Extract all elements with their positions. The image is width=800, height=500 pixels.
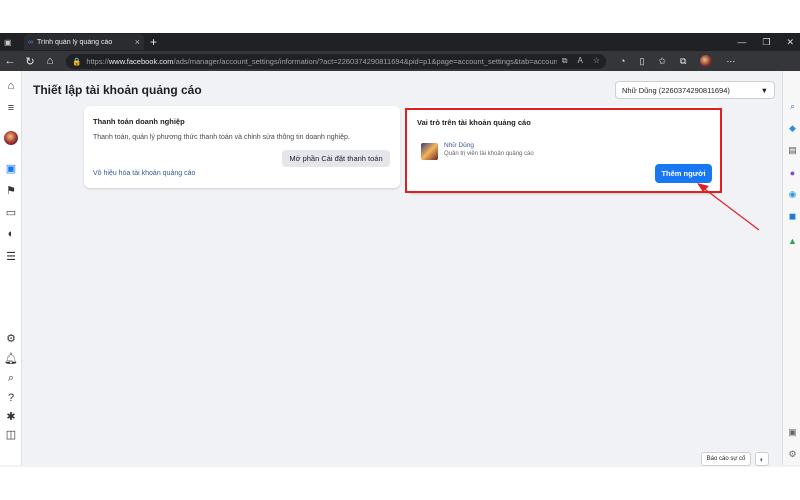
favorite-star-icon[interactable]: ☆: [593, 56, 600, 66]
close-window-icon[interactable]: ✕: [786, 37, 794, 48]
profile-avatar[interactable]: [700, 55, 713, 67]
home-icon[interactable]: ⌂: [40, 55, 60, 67]
collections-icon[interactable]: ⧉: [680, 56, 686, 67]
search-sidebar-icon[interactable]: ⌕: [787, 101, 798, 112]
open-billing-settings-button[interactable]: Mở phần Cài đặt thanh toán: [282, 150, 390, 167]
reload-icon[interactable]: ↻: [20, 55, 40, 68]
settings-list-icon[interactable]: ☰: [3, 249, 19, 263]
account-select-value: Nhữ Dũng (2260374290811694): [622, 85, 730, 95]
deactivate-account-link[interactable]: Vô hiệu hóa tài khoản quảng cáo: [93, 170, 195, 177]
copilot-icon[interactable]: ◉: [787, 189, 798, 200]
more-menu-icon[interactable]: ⋯: [726, 56, 735, 67]
people-icon[interactable]: ●: [787, 167, 798, 178]
back-icon[interactable]: ←: [0, 55, 20, 67]
meta-logo-icon: ∞: [28, 38, 33, 46]
account-select[interactable]: Nhữ Dũng (2260374290811694) ▼: [615, 81, 775, 99]
menu-icon[interactable]: ≡: [3, 101, 19, 115]
billing-card-icon[interactable]: ▭: [3, 205, 19, 219]
cast-icon[interactable]: ⧉: [562, 56, 568, 66]
flag-icon[interactable]: ⚑: [3, 183, 19, 197]
browser-tab[interactable]: ∞ Trình quản lý quảng cáo ×: [24, 34, 144, 50]
billing-heading: Thanh toán doanh nghiệp: [93, 117, 185, 126]
add-people-button[interactable]: Thêm người: [655, 164, 712, 183]
billing-description: Thanh toán, quản lý phương thức thanh to…: [93, 134, 350, 141]
minimize-icon[interactable]: —: [737, 37, 746, 47]
url-text: https://www.facebook.com/ads/manager/acc…: [86, 56, 557, 66]
report-problem-button[interactable]: Báo cáo sự cố: [701, 452, 751, 466]
extension-icon[interactable]: ◔: [620, 56, 625, 66]
account-avatar[interactable]: [3, 131, 19, 145]
window-menu-icon[interactable]: ▣: [4, 33, 12, 51]
edge-settings-icon[interactable]: ⚙: [787, 449, 798, 460]
user-name-link[interactable]: Nhữ Dũng: [444, 142, 474, 149]
roles-card: Vai trò trên tài khoản quảng cáo Nhữ Dũn…: [407, 106, 720, 193]
restore-icon[interactable]: ❐: [762, 37, 770, 48]
chevron-down-icon: ▼: [760, 85, 768, 95]
drop-icon[interactable]: ▲: [787, 235, 798, 246]
address-bar[interactable]: 🔒 https://www.facebook.com/ads/manager/a…: [66, 53, 606, 69]
user-role: Quản trị viên tài khoản quảng cáo: [444, 151, 534, 157]
bug-icon[interactable]: ✱: [3, 409, 19, 423]
user-avatar: [421, 143, 438, 160]
globe-icon[interactable]: ◐: [3, 227, 19, 241]
close-tab-icon[interactable]: ×: [135, 37, 140, 47]
read-aloud-icon[interactable]: A: [577, 56, 582, 66]
split-icon[interactable]: ▯: [639, 56, 644, 67]
favorites-icon[interactable]: ✩: [658, 56, 666, 67]
edge-panel-icon[interactable]: ▣: [787, 427, 798, 438]
edge-sidebar: ⌕ ◆ ▤ ● ◉ ◼ ▲ ▣ ⚙: [782, 71, 800, 465]
language-globe-icon[interactable]: ◐: [755, 452, 769, 466]
billing-card: Thanh toán doanh nghiệp Thanh toán, quản…: [84, 106, 400, 188]
browser-tabbar: ▣ ∞ Trình quản lý quảng cáo × + — ❐ ✕: [0, 33, 800, 51]
bell-icon[interactable]: 🔔︎: [3, 351, 19, 365]
lock-icon: 🔒: [72, 56, 82, 66]
outlook-icon[interactable]: ◼: [787, 211, 798, 222]
window-controls: — ❐ ✕: [737, 33, 794, 51]
tab-title: Trình quản lý quảng cáo: [37, 38, 113, 46]
sidebar-toggle-icon[interactable]: ◫: [3, 427, 19, 441]
browser-toolbar: ← ↻ ⌂ 🔒 https://www.facebook.com/ads/man…: [0, 51, 800, 71]
left-nav-rail: ⌂ ≡ ▣ ⚑ ▭ ◐ ☰ ⚙ 🔔︎ ⌕ ? ✱ ◫: [0, 71, 22, 465]
new-tab-icon[interactable]: +: [150, 35, 157, 49]
help-icon[interactable]: ?: [3, 391, 19, 405]
tag-icon[interactable]: ◆: [787, 123, 798, 134]
gear-icon[interactable]: ⚙: [3, 331, 19, 345]
roles-heading: Vai trò trên tài khoản quảng cáo: [417, 118, 531, 127]
tools-icon[interactable]: ▤: [787, 145, 798, 156]
ads-manager-icon[interactable]: ▣: [3, 161, 19, 175]
home-nav-icon[interactable]: ⌂: [3, 79, 19, 93]
page-title: Thiết lập tài khoản quảng cáo: [33, 83, 202, 97]
search-icon[interactable]: ⌕: [3, 371, 19, 385]
